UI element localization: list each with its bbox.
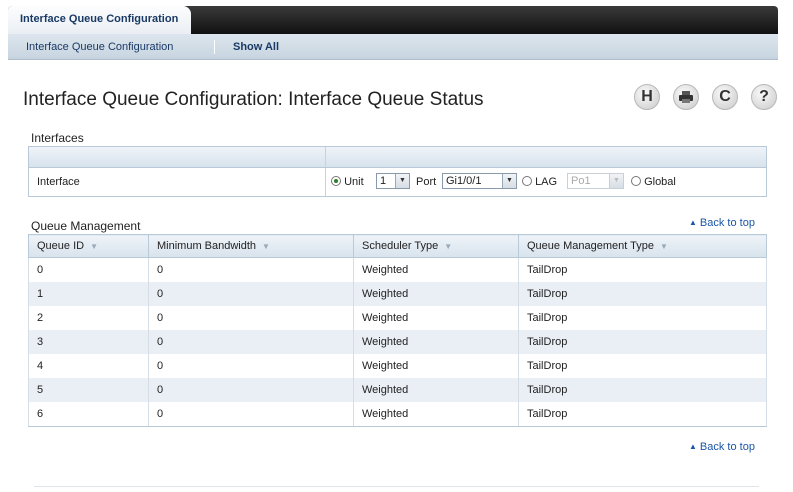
global-label: Global xyxy=(644,176,676,188)
back-to-top-link[interactable]: ▲ Back to top xyxy=(689,217,755,229)
cell-queue-id: 2 xyxy=(28,306,149,330)
lag-radio-button[interactable] xyxy=(522,176,532,186)
cell-scheduler-type: Weighted xyxy=(353,257,519,282)
cell-queue-management-type: TailDrop xyxy=(518,282,767,306)
unit-select[interactable]: 1 ▼ xyxy=(376,173,410,189)
cell-minimum-bandwidth: 0 xyxy=(148,354,354,378)
triangle-up-icon: ▲ xyxy=(689,218,697,227)
sort-icon: ▼ xyxy=(90,242,99,251)
cell-queue-id: 0 xyxy=(28,257,149,282)
subnav-show-all[interactable]: Show All xyxy=(233,41,279,53)
cell-queue-management-type: TailDrop xyxy=(518,257,767,282)
column-header-minimum-bandwidth[interactable]: Minimum Bandwidth ▼ xyxy=(148,234,354,258)
subnav-interface-queue-configuration[interactable]: Interface Queue Configuration xyxy=(26,41,173,53)
unit-radio[interactable]: Unit xyxy=(331,176,364,188)
cell-minimum-bandwidth: 0 xyxy=(148,306,354,330)
table-row: 1 0 Weighted TailDrop xyxy=(28,282,767,306)
table-header-row: Queue ID ▼ Minimum Bandwidth ▼ Scheduler T… xyxy=(28,234,767,258)
chevron-down-icon: ▼ xyxy=(609,174,623,188)
tab-interface-queue-configuration[interactable]: Interface Queue Configuration xyxy=(8,6,191,35)
cell-queue-management-type: TailDrop xyxy=(518,378,767,402)
cell-queue-management-type: TailDrop xyxy=(518,330,767,354)
save-icon[interactable]: H xyxy=(634,84,660,110)
cell-scheduler-type: Weighted xyxy=(353,354,519,378)
table-row: 3 0 Weighted TailDrop xyxy=(28,330,767,354)
cell-scheduler-type: Weighted xyxy=(353,330,519,354)
footer-divider xyxy=(34,486,759,487)
cell-queue-id: 4 xyxy=(28,354,149,378)
cell-minimum-bandwidth: 0 xyxy=(148,378,354,402)
print-icon[interactable] xyxy=(673,84,699,110)
table-row: 0 0 Weighted TailDrop xyxy=(28,257,767,282)
cell-minimum-bandwidth: 0 xyxy=(148,402,354,427)
port-select[interactable]: Gi1/0/1 ▼ xyxy=(442,173,517,189)
chevron-down-icon: ▼ xyxy=(502,174,516,188)
lag-radio[interactable]: LAG xyxy=(522,176,557,188)
unit-radio-button[interactable] xyxy=(331,176,341,186)
cell-scheduler-type: Weighted xyxy=(353,378,519,402)
table-row: 6 0 Weighted TailDrop xyxy=(28,402,767,427)
cell-queue-management-type: TailDrop xyxy=(518,354,767,378)
column-header-queue-id[interactable]: Queue ID ▼ xyxy=(28,234,149,258)
global-radio-button[interactable] xyxy=(631,176,641,186)
queue-management-section-label: Queue Management xyxy=(31,219,141,233)
back-to-top-link-bottom[interactable]: ▲ Back to top xyxy=(689,441,755,453)
column-header-scheduler-type[interactable]: Scheduler Type ▼ xyxy=(353,234,519,258)
cell-queue-id: 3 xyxy=(28,330,149,354)
cell-minimum-bandwidth: 0 xyxy=(148,257,354,282)
interfaces-header xyxy=(29,147,766,168)
cell-minimum-bandwidth: 0 xyxy=(148,330,354,354)
global-radio[interactable]: Global xyxy=(631,176,676,188)
sub-navigation: Interface Queue Configuration Show All xyxy=(8,34,778,60)
cell-queue-management-type: TailDrop xyxy=(518,402,767,427)
unit-label: Unit xyxy=(344,176,364,188)
queue-table: Queue ID ▼ Minimum Bandwidth ▼ Scheduler T… xyxy=(28,234,767,427)
cell-scheduler-type: Weighted xyxy=(353,306,519,330)
lag-select[interactable]: Po1 ▼ xyxy=(567,173,624,189)
interface-label: Interface xyxy=(37,176,80,188)
cell-minimum-bandwidth: 0 xyxy=(148,282,354,306)
lag-select-value: Po1 xyxy=(571,175,591,187)
chevron-down-icon: ▼ xyxy=(395,174,409,188)
refresh-icon[interactable]: C xyxy=(712,84,738,110)
triangle-up-icon: ▲ xyxy=(689,442,697,451)
lag-label: LAG xyxy=(535,176,558,188)
table-row: 5 0 Weighted TailDrop xyxy=(28,378,767,402)
sort-icon: ▼ xyxy=(660,242,668,251)
cell-queue-id: 6 xyxy=(28,402,149,427)
table-row: 2 0 Weighted TailDrop xyxy=(28,306,767,330)
cell-queue-id: 1 xyxy=(28,282,149,306)
column-header-queue-management-type[interactable]: Queue Management Type ▼ xyxy=(518,234,767,258)
cell-scheduler-type: Weighted xyxy=(353,282,519,306)
port-label: Port xyxy=(416,176,437,188)
subnav-divider xyxy=(214,40,215,54)
cell-queue-management-type: TailDrop xyxy=(518,306,767,330)
sort-icon: ▼ xyxy=(262,242,270,251)
help-icon[interactable]: ? xyxy=(751,84,777,110)
interfaces-panel: Interface Unit 1 ▼ Port Gi1/0/1 ▼ LAG Po… xyxy=(28,146,767,197)
port-select-value: Gi1/0/1 xyxy=(446,175,482,187)
interfaces-section-label: Interfaces xyxy=(31,131,84,145)
page-title: Interface Queue Configuration: Interface… xyxy=(23,89,484,110)
table-row: 4 0 Weighted TailDrop xyxy=(28,354,767,378)
interface-row: Interface Unit 1 ▼ Port Gi1/0/1 ▼ LAG Po… xyxy=(29,168,766,196)
unit-select-value: 1 xyxy=(380,175,387,187)
sort-icon: ▼ xyxy=(444,242,453,251)
cell-queue-id: 5 xyxy=(28,378,149,402)
cell-scheduler-type: Weighted xyxy=(353,402,519,427)
